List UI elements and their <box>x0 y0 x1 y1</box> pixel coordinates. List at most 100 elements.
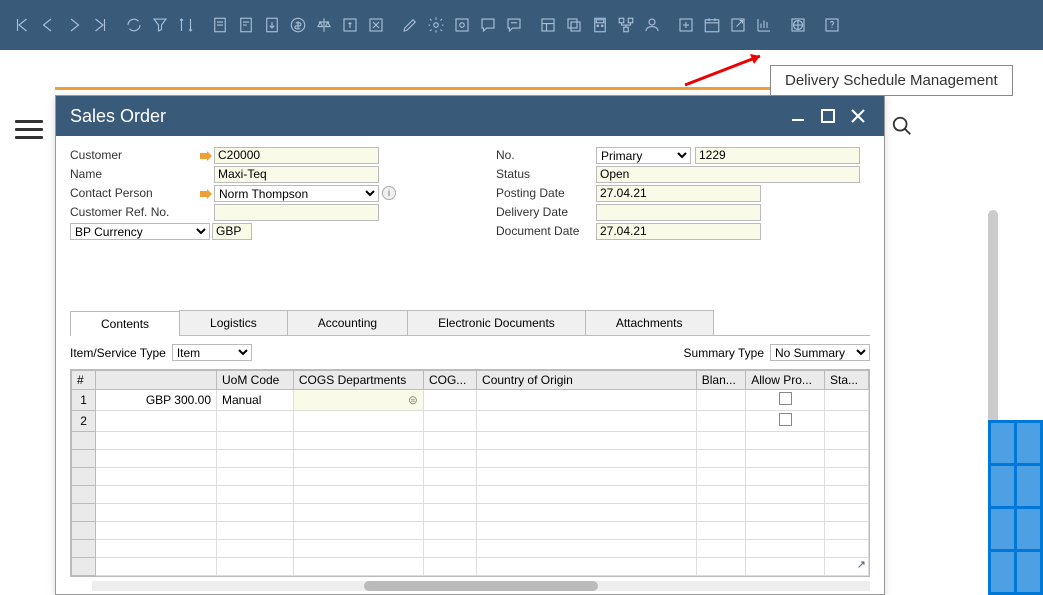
cell-empty[interactable] <box>824 432 868 450</box>
base-doc-icon[interactable] <box>260 13 284 37</box>
cell-empty[interactable] <box>696 522 745 540</box>
row-header[interactable] <box>72 558 96 576</box>
tab-contents[interactable]: Contents <box>70 311 180 336</box>
row-header[interactable] <box>72 522 96 540</box>
cell-empty[interactable] <box>423 468 476 486</box>
last-record-icon[interactable] <box>88 13 112 37</box>
currency-type-select[interactable]: BP Currency <box>70 223 210 240</box>
cell-empty[interactable] <box>293 468 423 486</box>
cell-empty[interactable] <box>293 450 423 468</box>
cell-empty[interactable] <box>293 486 423 504</box>
row-header[interactable] <box>72 432 96 450</box>
maximize-button[interactable] <box>816 104 840 128</box>
chart-icon[interactable] <box>752 13 776 37</box>
cell-blanket[interactable] <box>696 411 745 432</box>
cell-empty[interactable] <box>746 468 825 486</box>
row-header[interactable] <box>72 504 96 522</box>
cell-empty[interactable] <box>477 540 697 558</box>
cell-empty[interactable] <box>423 432 476 450</box>
info-icon[interactable]: i <box>382 186 396 200</box>
tab-accounting[interactable]: Accounting <box>287 310 408 335</box>
next-record-icon[interactable] <box>62 13 86 37</box>
col-status[interactable]: Sta... <box>824 371 868 390</box>
row-header[interactable]: 1 <box>72 390 96 411</box>
user-icon[interactable] <box>640 13 664 37</box>
cell-empty[interactable] <box>293 558 423 576</box>
cell-empty[interactable] <box>477 450 697 468</box>
cell-empty[interactable] <box>696 450 745 468</box>
cell-empty[interactable] <box>217 504 294 522</box>
cell-empty[interactable] <box>824 468 868 486</box>
col-uom[interactable]: UoM Code <box>217 371 294 390</box>
row-header[interactable] <box>72 450 96 468</box>
cell-empty[interactable] <box>696 540 745 558</box>
cell-empty[interactable] <box>696 504 745 522</box>
relationship-icon[interactable] <box>614 13 638 37</box>
cell-origin[interactable] <box>477 411 697 432</box>
cell-empty[interactable] <box>96 450 217 468</box>
cell-empty[interactable] <box>746 558 825 576</box>
cell-empty[interactable] <box>217 522 294 540</box>
cell-empty[interactable] <box>217 468 294 486</box>
cell-empty[interactable] <box>824 540 868 558</box>
cell-empty[interactable] <box>477 468 697 486</box>
layout-icon[interactable] <box>536 13 560 37</box>
cell-empty[interactable] <box>217 432 294 450</box>
cell-empty[interactable] <box>696 486 745 504</box>
cell-empty[interactable] <box>293 540 423 558</box>
ref-field[interactable] <box>214 204 379 221</box>
pick-pack-icon[interactable] <box>674 13 698 37</box>
cell-empty[interactable] <box>96 558 217 576</box>
cell-cogs[interactable] <box>423 390 476 411</box>
prev-record-icon[interactable] <box>36 13 60 37</box>
help-icon[interactable] <box>820 13 844 37</box>
cell-empty[interactable] <box>746 540 825 558</box>
no-series-select[interactable]: Primary <box>596 147 691 164</box>
delivery-date-field[interactable] <box>596 204 761 221</box>
cell-empty[interactable] <box>423 558 476 576</box>
cell-empty[interactable] <box>477 522 697 540</box>
cell-cogsdept[interactable]: ⊜ <box>293 390 423 411</box>
cell-empty[interactable] <box>824 522 868 540</box>
balance-icon[interactable] <box>312 13 336 37</box>
item-type-select[interactable]: Item <box>172 344 252 361</box>
cell-status[interactable] <box>824 390 868 411</box>
name-field[interactable] <box>214 166 379 183</box>
message-icon[interactable] <box>502 13 526 37</box>
cell-empty[interactable] <box>96 468 217 486</box>
delivery-schedule-icon[interactable] <box>700 13 724 37</box>
cell-empty[interactable] <box>423 450 476 468</box>
cell-empty[interactable] <box>696 558 745 576</box>
cell-empty[interactable] <box>293 522 423 540</box>
cell-origin[interactable] <box>477 390 697 411</box>
cell-empty[interactable] <box>96 486 217 504</box>
form-settings-icon[interactable] <box>450 13 474 37</box>
page-scrollbar[interactable] <box>988 210 998 430</box>
copy-icon[interactable] <box>562 13 586 37</box>
cell-empty[interactable] <box>696 432 745 450</box>
cell-uom[interactable] <box>217 411 294 432</box>
cell-empty[interactable] <box>477 432 697 450</box>
expand-grid-icon[interactable]: ↗ <box>857 558 866 571</box>
cell-status[interactable] <box>824 411 868 432</box>
col-origin[interactable]: Country of Origin <box>477 371 697 390</box>
cell-allow[interactable] <box>746 390 825 411</box>
minimize-button[interactable] <box>786 104 810 128</box>
tab-logistics[interactable]: Logistics <box>179 310 288 335</box>
cell-empty[interactable] <box>217 486 294 504</box>
first-record-icon[interactable] <box>10 13 34 37</box>
contact-field[interactable]: Norm Thompson <box>214 185 379 202</box>
no-field[interactable] <box>695 147 860 164</box>
filter-icon[interactable] <box>148 13 172 37</box>
cell-empty[interactable] <box>746 450 825 468</box>
settings-icon[interactable] <box>424 13 448 37</box>
web-icon[interactable] <box>786 13 810 37</box>
row-header[interactable] <box>72 540 96 558</box>
cell-empty[interactable] <box>423 504 476 522</box>
cell-empty[interactable] <box>824 450 868 468</box>
document2-icon[interactable] <box>234 13 258 37</box>
cell-empty[interactable] <box>746 504 825 522</box>
cell-price[interactable] <box>96 411 217 432</box>
cell-empty[interactable] <box>696 468 745 486</box>
cell-empty[interactable] <box>746 432 825 450</box>
